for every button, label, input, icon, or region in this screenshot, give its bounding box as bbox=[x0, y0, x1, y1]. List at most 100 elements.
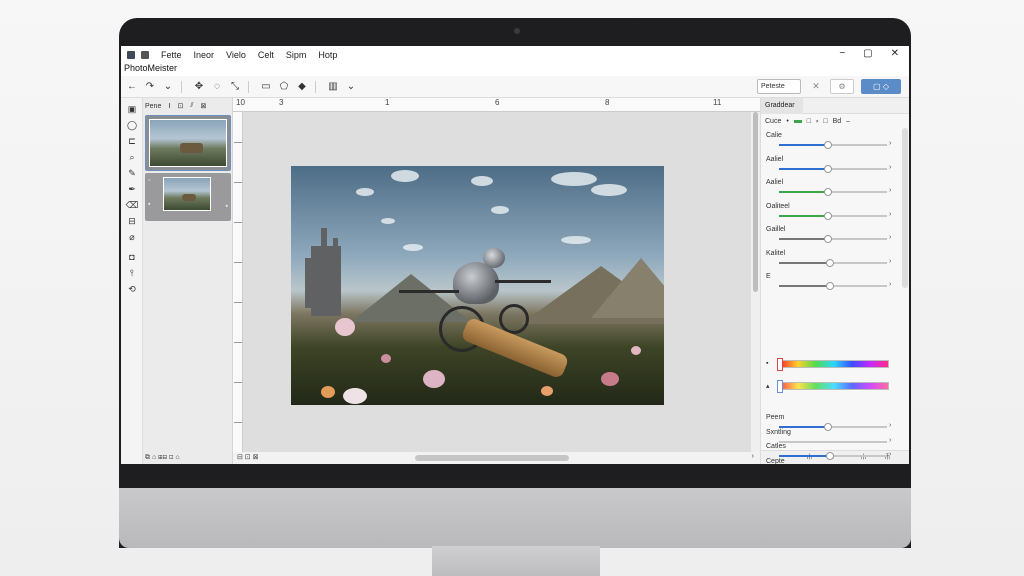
delete-layer-icon[interactable]: ⊠ bbox=[200, 102, 206, 110]
slider-knob[interactable] bbox=[823, 188, 832, 196]
link-icon[interactable]: ⫽ bbox=[190, 102, 193, 110]
canvas-area[interactable] bbox=[243, 112, 751, 452]
share-button[interactable]: ▢ ◇ bbox=[861, 79, 901, 94]
fx-icon[interactable]: ▪ bbox=[226, 203, 228, 210]
property-slider[interactable] bbox=[779, 164, 887, 173]
menu-help[interactable]: Hotp bbox=[318, 50, 337, 60]
close-button[interactable]: ✕ bbox=[891, 48, 899, 59]
crop-icon[interactable]: ▭ bbox=[259, 81, 273, 92]
chevron-right-icon[interactable]: › bbox=[889, 281, 891, 288]
vertical-scroll-thumb[interactable] bbox=[753, 112, 758, 292]
fill-icon[interactable]: ◆ bbox=[295, 81, 309, 92]
crop-tool-icon[interactable]: ⊏ bbox=[125, 134, 139, 148]
slider-knob[interactable] bbox=[823, 423, 832, 431]
property-slider[interactable] bbox=[779, 423, 887, 431]
chevron-right-icon[interactable]: › bbox=[889, 437, 891, 444]
property-slider[interactable] bbox=[779, 440, 887, 443]
lasso-icon[interactable]: ◌ bbox=[210, 81, 224, 92]
hue-marker[interactable] bbox=[777, 358, 783, 371]
canvas-image[interactable] bbox=[291, 166, 664, 405]
chevron-right-icon[interactable]: › bbox=[889, 451, 891, 458]
canvas-horizontal-scrollbar[interactable]: ⊟ ⊡ ⊠ › bbox=[233, 452, 760, 464]
tab-gradient[interactable]: Graddear bbox=[761, 98, 803, 114]
nav-icon[interactable]: ⊟ ⊡ ⊠ bbox=[237, 453, 259, 461]
brush-icon[interactable]: ⸗ bbox=[816, 118, 818, 125]
property-slider[interactable] bbox=[779, 258, 887, 267]
menu-view[interactable]: Vielo bbox=[226, 50, 246, 60]
properties-scrollbar[interactable] bbox=[902, 128, 908, 288]
menu-file[interactable]: Fette bbox=[161, 50, 182, 60]
file-icon[interactable] bbox=[141, 50, 149, 59]
property-slider[interactable] bbox=[779, 235, 887, 243]
chevron-right-icon[interactable]: › bbox=[752, 453, 754, 460]
layer-row[interactable]: ◦ ▪ ▪ bbox=[145, 173, 231, 221]
layer-row-selected[interactable] bbox=[145, 115, 231, 171]
sort-icon[interactable]: ⫛ bbox=[861, 452, 866, 462]
close-icon[interactable]: ✕ bbox=[807, 79, 825, 94]
visibility-icon[interactable]: ◦ bbox=[148, 177, 150, 184]
redo-icon[interactable]: ↷ bbox=[143, 81, 157, 92]
property-slider[interactable] bbox=[779, 452, 887, 460]
new-layer-icon[interactable]: ⧉ ⌂ bbox=[145, 454, 156, 461]
stamp-tool-icon[interactable]: ⊟ bbox=[125, 214, 139, 228]
shape-icon[interactable]: ⬠ bbox=[277, 81, 291, 92]
slider-knob[interactable] bbox=[823, 211, 832, 220]
hue-gradient-bar[interactable] bbox=[777, 358, 889, 371]
lasso-tool-icon[interactable]: ◯ bbox=[125, 118, 139, 132]
dash-icon[interactable]: – bbox=[846, 118, 850, 125]
chevron-right-icon[interactable]: › bbox=[889, 140, 891, 147]
adjust-icon[interactable]: ⫛ bbox=[807, 452, 812, 462]
square-icon[interactable]: □ bbox=[823, 118, 827, 125]
bold-icon[interactable]: Bd bbox=[833, 118, 842, 125]
rotate-tool-icon[interactable]: ⟲ bbox=[125, 282, 139, 296]
menu-edit[interactable]: Ineor bbox=[194, 50, 215, 60]
chevron-right-icon[interactable]: › bbox=[889, 258, 891, 265]
property-slider[interactable] bbox=[779, 211, 887, 220]
property-slider[interactable] bbox=[779, 141, 887, 149]
menu-select[interactable]: Celt bbox=[258, 50, 274, 60]
grid-icon[interactable]: ▥ bbox=[326, 81, 340, 92]
canvas-vertical-scrollbar[interactable] bbox=[751, 112, 760, 452]
dodge-tool-icon[interactable]: ◘ bbox=[125, 250, 139, 264]
bucket-tool-icon[interactable]: ⌀ bbox=[125, 230, 139, 244]
property-slider[interactable] bbox=[779, 282, 887, 290]
color-gradient-bar[interactable] bbox=[777, 380, 889, 393]
group-icon[interactable]: ⊞⊟ bbox=[158, 454, 167, 461]
dot-icon[interactable]: • bbox=[786, 118, 788, 125]
slider-knob[interactable] bbox=[823, 235, 832, 243]
chevron-right-icon[interactable]: › bbox=[889, 164, 891, 171]
slider-knob[interactable] bbox=[823, 164, 832, 173]
color-marker[interactable] bbox=[777, 380, 783, 393]
property-slider[interactable] bbox=[779, 188, 887, 196]
square-icon[interactable]: □ bbox=[807, 118, 811, 125]
eraser-tool-icon[interactable]: ⌫ bbox=[125, 198, 139, 212]
pen-tool-icon[interactable]: ✒ bbox=[125, 182, 139, 196]
brush-tool-icon[interactable]: ✎ bbox=[125, 166, 139, 180]
minimize-button[interactable]: − bbox=[839, 48, 845, 59]
transform-icon[interactable]: ⤡ bbox=[228, 81, 242, 92]
text-icon[interactable]: Ⅰ bbox=[168, 102, 170, 110]
mask-icon[interactable]: ⊡ ⌂ bbox=[169, 454, 180, 461]
chevron-right-icon[interactable]: › bbox=[889, 234, 891, 241]
add-layer-icon[interactable]: ⊡ bbox=[177, 102, 183, 110]
chevron-right-icon[interactable]: › bbox=[889, 422, 891, 429]
settings-icon[interactable]: ⚙ bbox=[830, 79, 854, 94]
chevron-right-icon[interactable]: › bbox=[889, 211, 891, 218]
slider-knob[interactable] bbox=[825, 452, 834, 460]
chevron-down-icon[interactable]: ⌄ bbox=[161, 81, 175, 92]
slider-knob[interactable] bbox=[823, 141, 832, 149]
color-swatch[interactable] bbox=[793, 120, 802, 123]
horizontal-scroll-thumb[interactable] bbox=[415, 455, 569, 461]
pin-icon[interactable]: ▴ bbox=[766, 382, 770, 390]
move-tool-icon[interactable]: ▣ bbox=[125, 102, 139, 116]
slider-knob[interactable] bbox=[825, 282, 834, 290]
chevron-right-icon[interactable]: › bbox=[889, 187, 891, 194]
zoom-tool-icon[interactable]: ⌕ bbox=[125, 150, 139, 164]
menu-filter[interactable]: Sipm bbox=[286, 50, 307, 60]
text-tool-icon[interactable]: ⫯ bbox=[125, 266, 139, 280]
undo-icon[interactable]: ← bbox=[125, 81, 139, 92]
slider-knob[interactable] bbox=[825, 258, 834, 267]
move-icon[interactable]: ✥ bbox=[192, 81, 206, 92]
preset-dropdown[interactable]: Peteste bbox=[757, 79, 801, 94]
lock-icon[interactable]: ▪ bbox=[766, 360, 768, 367]
